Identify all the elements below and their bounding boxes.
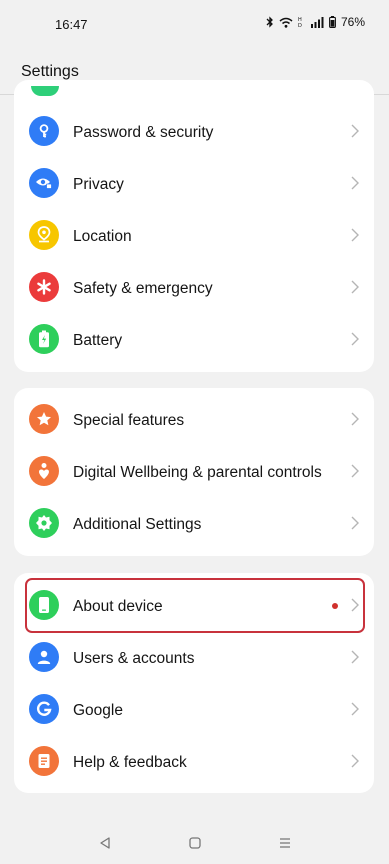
svg-text:D: D	[298, 23, 302, 28]
settings-item-label: Location	[73, 228, 132, 245]
settings-item-about-device[interactable]: About device	[14, 581, 374, 633]
user-icon	[29, 642, 59, 672]
settings-item-safety-emergency[interactable]: Safety & emergency	[14, 263, 374, 315]
chevron-right-icon	[351, 464, 359, 478]
settings-item-label: Users & accounts	[73, 650, 195, 667]
hd-icon: HD	[298, 17, 302, 28]
page-title: Settings	[21, 63, 79, 80]
settings-item-label: Help & feedback	[73, 754, 187, 771]
chevron-right-icon	[351, 332, 359, 346]
chevron-right-icon	[351, 516, 359, 530]
status-time: 16:47	[55, 17, 88, 32]
gear-icon	[29, 508, 59, 538]
chevron-right-icon	[351, 754, 359, 768]
wifi-icon	[279, 17, 293, 28]
notification-dot	[332, 603, 338, 609]
settings-item-label: Battery	[73, 332, 123, 349]
settings-group-1: Password & security Privacy Location Saf…	[14, 80, 374, 372]
google-icon	[29, 694, 59, 724]
settings-item-label: About device	[73, 598, 163, 615]
chevron-right-icon	[351, 598, 359, 612]
eye-lock-icon	[29, 168, 59, 198]
settings-item-password-security[interactable]: Password & security	[14, 107, 374, 159]
location-pin-icon	[29, 220, 59, 250]
settings-item-label: Special features	[73, 412, 185, 429]
settings-item-digital-wellbeing[interactable]: Digital Wellbeing & parental controls	[14, 447, 374, 499]
chevron-right-icon	[351, 280, 359, 294]
settings-item-label: Digital Wellbeing & parental controls	[73, 464, 322, 481]
chevron-right-icon	[351, 176, 359, 190]
settings-item-users-accounts[interactable]: Users & accounts	[14, 633, 374, 685]
settings-item-google[interactable]: Google	[14, 685, 374, 737]
back-icon[interactable]	[98, 836, 112, 850]
settings-item-label: Google	[73, 702, 123, 719]
chevron-right-icon	[351, 702, 359, 716]
signal-icon	[310, 16, 324, 28]
wellbeing-icon	[29, 456, 59, 486]
key-icon	[29, 116, 59, 146]
settings-group-2: Special features Digital Wellbeing & par…	[14, 388, 374, 556]
battery-percent: 76%	[340, 15, 365, 29]
bluetooth-icon	[266, 16, 273, 28]
chevron-right-icon	[351, 412, 359, 426]
chevron-right-icon	[351, 124, 359, 138]
settings-item-special-features[interactable]: Special features	[14, 395, 374, 447]
settings-item-additional-settings[interactable]: Additional Settings	[14, 499, 374, 551]
battery-icon	[329, 16, 336, 28]
status-icons: HD 76%	[266, 15, 365, 29]
recents-icon[interactable]	[278, 836, 292, 850]
settings-item-battery[interactable]: Battery	[14, 315, 374, 367]
settings-item-help-feedback[interactable]: Help & feedback	[14, 737, 374, 789]
status-bar: 16:47 HD 76%	[0, 0, 389, 48]
chevron-right-icon	[351, 650, 359, 664]
star-icon	[29, 404, 59, 434]
settings-item-privacy[interactable]: Privacy	[14, 159, 374, 211]
settings-item-label: Password & security	[73, 124, 214, 141]
settings-item-label: Additional Settings	[73, 516, 202, 533]
settings-item-label: Privacy	[73, 176, 124, 193]
settings-group-3: About device Users & accounts Google Hel…	[14, 573, 374, 793]
asterisk-icon	[29, 272, 59, 302]
system-nav-bar	[0, 826, 389, 864]
chevron-right-icon	[351, 228, 359, 242]
help-doc-icon	[29, 746, 59, 776]
battery-icon	[29, 324, 59, 354]
settings-item-location[interactable]: Location	[14, 211, 374, 263]
home-icon[interactable]	[188, 836, 202, 850]
phone-icon	[29, 590, 59, 620]
settings-item-label: Safety & emergency	[73, 280, 213, 297]
